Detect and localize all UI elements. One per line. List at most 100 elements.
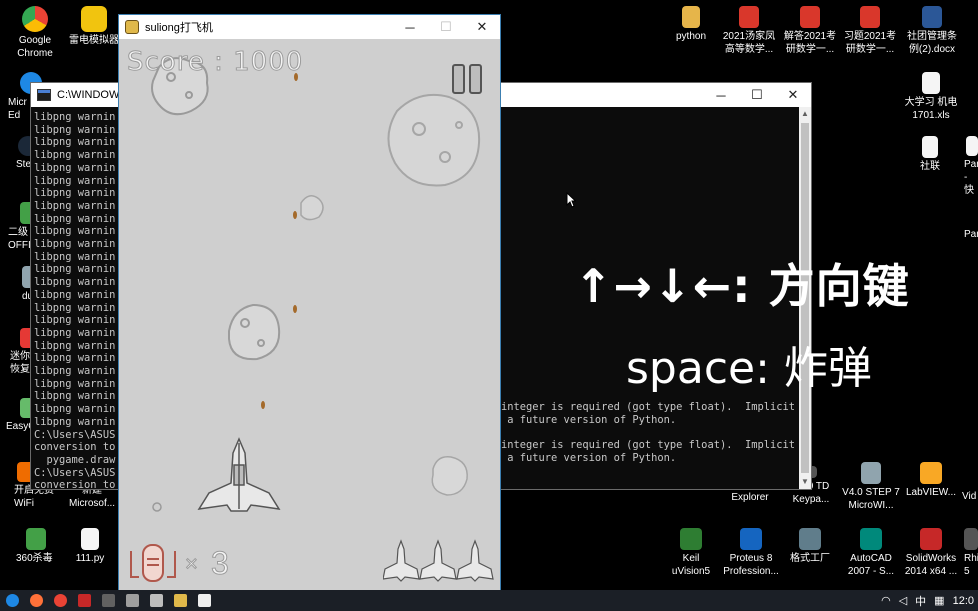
word-icon [922, 6, 942, 28]
step7-icon [861, 462, 881, 484]
solidworks-icon [920, 528, 942, 550]
scroll-down-icon[interactable]: ▼ [799, 475, 811, 489]
shield-icon [26, 528, 46, 550]
pdf-icon [860, 6, 880, 28]
taskbar-app-icon[interactable] [96, 590, 120, 611]
desktop-icon-label: 解答2021考 研数学一... [783, 31, 837, 55]
score-label: Score : 1000 [126, 47, 304, 78]
app-icon [966, 136, 978, 156]
life-plane-icon [419, 539, 457, 582]
console-window-controls: ─ ☐ ✕ [703, 83, 811, 107]
desktop-icon-pdf-math-3[interactable]: 习题2021考 研数学一... [836, 6, 904, 56]
emulator-icon [81, 6, 107, 32]
console-title: C:\WINDOWS [57, 89, 127, 101]
desktop-icon-label: 111.py [75, 553, 105, 564]
bullets [261, 73, 298, 409]
pause-icon[interactable] [451, 63, 485, 95]
desktop-icon-step7-microwin[interactable]: V4.0 STEP 7 MicroWI... [836, 462, 906, 512]
arrow-keys-hint: ↑→↓←: 方向键 [574, 259, 910, 313]
desktop-icon-word-doc[interactable]: 社团管理条 例(2).docx [898, 6, 966, 56]
bomb-multiplier: × [185, 551, 199, 577]
minimize-button[interactable]: ─ [703, 83, 739, 107]
taskbar-edge-icon[interactable] [0, 590, 24, 611]
desktop-icon-label: Rhi 5 [964, 553, 978, 577]
network-icon[interactable]: ◠ [881, 594, 891, 607]
autocad-icon [860, 528, 882, 550]
desktop-icon-label: Par - 快 [964, 159, 978, 196]
game-window-controls: ─ ☐ ✕ [392, 15, 500, 39]
desktop-icon-excel-file[interactable]: 大学习 机电 1701.xls [896, 72, 966, 122]
volume-icon[interactable]: ◁ [899, 594, 907, 607]
player-plane [197, 437, 281, 512]
taskbar-firefox-icon[interactable] [24, 590, 48, 611]
chrome-icon [22, 6, 48, 32]
game-scene [151, 57, 481, 512]
desktop-icon-labview[interactable]: LabVIEW... [898, 462, 964, 499]
desktop-icon-label: Vid [962, 491, 977, 502]
console-line: integer is required (got type float). Im… [501, 439, 796, 452]
game-title-bar[interactable]: suliong打飞机 ─ ☐ ✕ [119, 15, 500, 39]
game-canvas[interactable]: Score : 1000 × 3 [119, 39, 500, 595]
desktop-icon-360-antivirus[interactable]: 360杀毒 [2, 528, 68, 565]
clock[interactable]: 12:0 [953, 595, 974, 607]
taskbar-chrome-icon[interactable] [48, 590, 72, 611]
folder-icon [922, 136, 938, 158]
console-line: integer is required (got type float). Im… [501, 401, 796, 413]
pdf-icon [739, 6, 759, 28]
desktop-icon-par-1[interactable]: Par - 快 [962, 136, 978, 197]
minimize-button[interactable]: ─ [392, 15, 428, 39]
excel-icon [922, 72, 940, 94]
lives-indicator [383, 539, 494, 582]
desktop-icon-label: SolidWorks 2014 x64 ... [904, 553, 958, 577]
console-line: a future version of Python. [501, 413, 677, 426]
life-plane-icon [456, 539, 494, 582]
folder-icon [682, 6, 700, 28]
scroll-up-icon[interactable]: ▲ [799, 107, 811, 121]
desktop-icon-vid[interactable]: Vid [962, 490, 978, 503]
desktop-icon-pdf-math-1[interactable]: 2021汤家凤 高等数学... [715, 6, 783, 56]
desktop-icon-par-2[interactable]: Par [962, 228, 978, 241]
desktop-icon-pdf-math-2[interactable]: 解答2021考 研数学一... [776, 6, 844, 56]
console-output-right: integer is required (got type float). Im… [501, 401, 795, 465]
taskbar-cmd-icon[interactable] [192, 590, 216, 611]
desktop-icon-label: 360杀毒 [16, 553, 53, 564]
taskbar-app-icon[interactable] [72, 590, 96, 611]
desktop-icon-solidworks[interactable]: SolidWorks 2014 x64 ... [896, 528, 966, 578]
bomb-icon [130, 544, 176, 582]
desktop-icon-python-file[interactable]: 111.py [62, 528, 118, 565]
desktop-icon-rhino[interactable]: Rhi 5 [960, 528, 978, 578]
desktop-icon-format-factory[interactable]: 格式工厂 [776, 528, 844, 565]
pygame-icon [125, 20, 139, 34]
proteus-icon [740, 528, 762, 550]
asteroid [431, 456, 468, 496]
cmd-icon [37, 89, 51, 101]
close-button[interactable]: ✕ [464, 15, 500, 39]
maximize-button[interactable]: ☐ [739, 83, 775, 107]
maximize-button[interactable]: ☐ [428, 15, 464, 39]
taskbar-app-icon[interactable] [120, 590, 144, 611]
game-window[interactable]: suliong打飞机 ─ ☐ ✕ Score: 1000 × 3 [118, 14, 501, 596]
console-line: a future version of Python. [501, 451, 677, 464]
desktop-icon-label: 大学习 机电 1701.xls [904, 97, 958, 121]
keyboard-icon[interactable]: ▦ [934, 594, 944, 607]
python-file-icon [81, 528, 99, 550]
rhino-icon [964, 528, 978, 550]
desktop-icon-label: 习题2021考 研数学一... [843, 31, 897, 55]
desktop-icon-club[interactable]: 社联 [896, 136, 964, 173]
desktop-icon-label: 格式工厂 [790, 553, 830, 564]
bomb-count: 3 [211, 545, 230, 582]
space-key-hint: space: 炸弹 [626, 343, 872, 394]
taskbar: ◠ ◁ 中 ▦ 12:0 [0, 590, 978, 611]
pdf-icon [800, 6, 820, 28]
desktop-icon-label: 2021汤家凤 高等数学... [722, 31, 776, 55]
taskbar-python-icon[interactable] [168, 590, 192, 611]
asteroid [300, 195, 324, 221]
input-language[interactable]: 中 [915, 593, 926, 609]
mouse-cursor-icon [566, 192, 576, 208]
format-factory-icon [799, 528, 821, 550]
close-button[interactable]: ✕ [775, 83, 811, 107]
desktop-icon-label: LabVIEW... [905, 487, 957, 498]
taskbar-app-icon[interactable] [144, 590, 168, 611]
desktop-icon-label: 社联 [920, 161, 940, 172]
